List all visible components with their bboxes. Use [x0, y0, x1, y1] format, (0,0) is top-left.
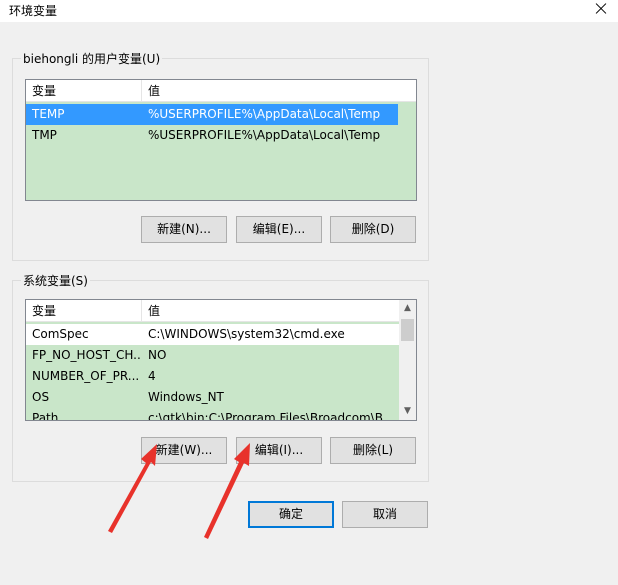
variable-name: OS [32, 390, 50, 404]
user-new-button[interactable]: 新建(N)... [141, 216, 227, 243]
variable-name: Path [32, 411, 59, 421]
variable-name: ComSpec [32, 327, 89, 341]
column-header-variable[interactable]: 变量 [26, 80, 142, 102]
system-edit-button[interactable]: 编辑(I)... [236, 437, 322, 464]
system-variable-row[interactable]: Path c:\gtk\bin;C:\Program Files\Broadco… [26, 408, 399, 421]
column-header-value[interactable]: 值 [142, 80, 160, 102]
variable-value: c:\gtk\bin;C:\Program Files\Broadcom\B..… [148, 411, 395, 421]
user-list-header: 变量 值 [26, 80, 416, 102]
variable-name: FP_NO_HOST_CH... [32, 348, 142, 362]
cancel-button[interactable]: 取消 [342, 501, 428, 528]
variable-value: 4 [148, 369, 156, 383]
variable-name: TMP [32, 128, 57, 142]
system-variable-row[interactable]: ComSpec C:\WINDOWS\system32\cmd.exe [26, 324, 399, 345]
column-header-value[interactable]: 值 [142, 300, 160, 322]
variable-value: %USERPROFILE%\AppData\Local\Temp [148, 107, 381, 121]
variable-value: %USERPROFILE%\AppData\Local\Temp [148, 128, 381, 142]
variable-name: NUMBER_OF_PR... [32, 369, 140, 383]
system-variables-list[interactable]: 变量 值 ComSpec C:\WINDOWS\system32\cmd.exe… [25, 299, 417, 421]
variable-name: TEMP [32, 107, 65, 121]
system-list-header: 变量 值 [26, 300, 399, 322]
close-icon[interactable] [592, 0, 610, 18]
user-variables-list[interactable]: 变量 值 TEMP %USERPROFILE%\AppData\Local\Te… [25, 79, 417, 201]
user-delete-button[interactable]: 删除(D) [330, 216, 416, 243]
system-delete-button[interactable]: 删除(L) [330, 437, 416, 464]
scroll-up-icon[interactable]: ▲ [399, 300, 416, 317]
scroll-down-icon[interactable]: ▼ [399, 403, 416, 420]
system-variables-group-label: 系统变量(S) [21, 272, 90, 289]
window-title: 环境变量 [9, 4, 58, 18]
system-variable-row[interactable]: OS Windows_NT [26, 387, 399, 408]
user-variables-group-label: biehongli 的用户变量(U) [21, 50, 163, 67]
user-variable-row[interactable]: TMP %USERPROFILE%\AppData\Local\Temp [26, 125, 398, 146]
variable-value: NO [148, 348, 167, 362]
title-bar: 环境变量 [0, 0, 618, 22]
user-edit-button[interactable]: 编辑(E)... [236, 216, 322, 243]
ok-button[interactable]: 确定 [248, 501, 334, 528]
system-list-scrollbar[interactable]: ▲ ▼ [399, 300, 416, 420]
variable-value: Windows_NT [148, 390, 224, 404]
variable-value: C:\WINDOWS\system32\cmd.exe [148, 327, 345, 341]
system-variable-row[interactable]: NUMBER_OF_PR... 4 [26, 366, 399, 387]
column-header-variable[interactable]: 变量 [26, 300, 142, 322]
system-new-button[interactable]: 新建(W)... [141, 437, 227, 464]
user-variable-row[interactable]: TEMP %USERPROFILE%\AppData\Local\Temp [26, 104, 398, 125]
system-variable-row[interactable]: FP_NO_HOST_CH... NO [26, 345, 399, 366]
scroll-thumb[interactable] [401, 319, 414, 341]
